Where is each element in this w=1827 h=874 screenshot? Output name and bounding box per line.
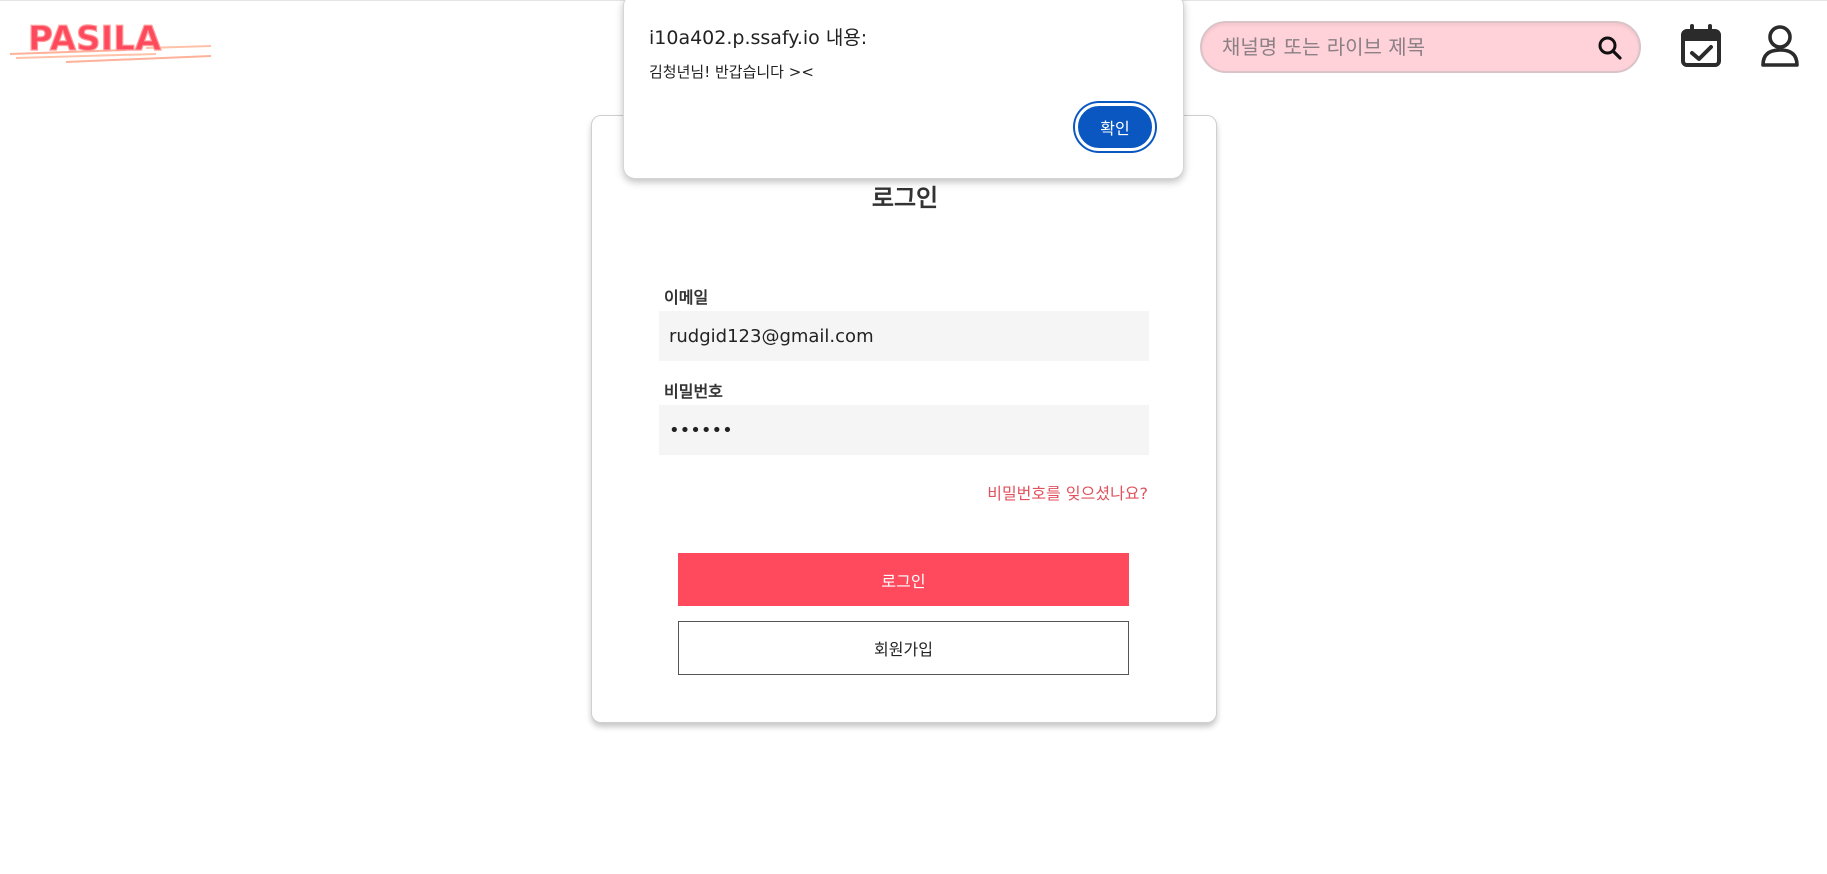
login-card: 로그인 이메일 비밀번호 비밀번호를 잊으셨나요? 로그인 회원가입 xyxy=(591,115,1217,723)
svg-text:PASILA: PASILA xyxy=(28,19,162,59)
forgot-password-link[interactable]: 비밀번호를 잊으셨나요? xyxy=(987,480,1148,504)
login-title: 로그인 xyxy=(871,184,939,212)
search-icon[interactable] xyxy=(1597,35,1623,61)
signup-button[interactable]: 회원가입 xyxy=(678,621,1129,675)
logo-graphic: PASILA xyxy=(9,18,212,63)
alert-dialog: i10a402.p.ssafy.io 내용: 김청년님! 반갑습니다 >< 확인 xyxy=(623,0,1184,179)
pasila-logo[interactable]: PASILA xyxy=(6,14,216,66)
dialog-ok-button[interactable]: 확인 xyxy=(1075,103,1155,151)
user-icon[interactable] xyxy=(1759,24,1801,68)
search-input[interactable] xyxy=(1222,23,1582,71)
password-field[interactable] xyxy=(659,405,1149,455)
password-label: 비밀번호 xyxy=(664,382,723,401)
dialog-message: 김청년님! 반갑습니다 >< xyxy=(649,63,814,81)
login-button[interactable]: 로그인 xyxy=(678,553,1129,606)
dialog-title: i10a402.p.ssafy.io 내용: xyxy=(649,27,868,49)
calendar-check-icon[interactable] xyxy=(1680,24,1722,68)
email-field[interactable] xyxy=(659,311,1149,361)
search-bar xyxy=(1200,21,1641,73)
email-label: 이메일 xyxy=(664,288,709,307)
